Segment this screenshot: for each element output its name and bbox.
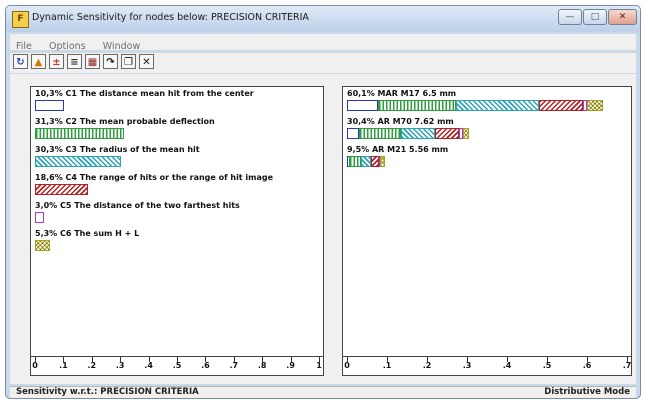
x-axis: 0 .1 .2 .3 .4 .5 .6 .7 bbox=[343, 356, 631, 375]
x-tick-label: 0 bbox=[344, 361, 350, 370]
criterion-bar-c3[interactable] bbox=[35, 156, 122, 167]
stack-segment-c4[interactable] bbox=[538, 100, 583, 111]
criterion-bar-c5[interactable] bbox=[35, 212, 44, 223]
stack-segment-c6[interactable] bbox=[587, 100, 604, 111]
menu-bar: File Options Window bbox=[10, 34, 636, 52]
refresh-icon[interactable]: ↻ bbox=[13, 54, 28, 69]
window-title: Dynamic Sensitivity for nodes below: PRE… bbox=[32, 12, 309, 23]
x-tick-label: .1 bbox=[59, 361, 68, 370]
criterion-label: 10,3% C1 The distance mean hit from the … bbox=[35, 89, 254, 98]
status-bar: Sensitivity w.r.t.: PRECISION CRITERIA D… bbox=[10, 386, 636, 398]
gradient-icon[interactable]: ▦ bbox=[85, 54, 100, 69]
criterion-bar-c1[interactable] bbox=[35, 100, 65, 111]
criterion-label: 31,3% C2 The mean probable deflection bbox=[35, 117, 215, 126]
menu-file[interactable]: File bbox=[10, 39, 38, 52]
alternative-label: 9,5% AR M21 5.56 mm bbox=[347, 145, 449, 154]
x-tick-label: .9 bbox=[286, 361, 295, 370]
criterion-label: 18,6% C4 The range of hits or the range … bbox=[35, 173, 274, 182]
status-mode: Distributive Mode bbox=[544, 387, 630, 397]
criterion-label: 30,3% C3 The radius of the mean hit bbox=[35, 145, 200, 154]
x-tick-label: .8 bbox=[257, 361, 267, 370]
stack-segment-c3[interactable] bbox=[401, 128, 435, 139]
plus-chart-icon[interactable]: ± bbox=[49, 54, 64, 69]
stack-segment-c3[interactable] bbox=[455, 100, 539, 111]
stack-segment-c2[interactable] bbox=[349, 156, 361, 167]
stack-segment-c1[interactable] bbox=[347, 100, 378, 111]
menu-window[interactable]: Window bbox=[97, 39, 146, 52]
stack-segment-c2[interactable] bbox=[377, 100, 456, 111]
stack-segment-c1[interactable] bbox=[347, 128, 359, 139]
status-sensitivity: Sensitivity w.r.t.: PRECISION CRITERIA bbox=[16, 387, 199, 397]
windows-icon[interactable]: ❐ bbox=[121, 54, 136, 69]
app-icon: F bbox=[12, 11, 29, 28]
criterion-bar-c4[interactable] bbox=[35, 184, 88, 195]
stack-segment-c4[interactable] bbox=[371, 156, 379, 167]
close-icon[interactable]: ✕ bbox=[139, 54, 154, 69]
x-tick-label: .6 bbox=[582, 361, 592, 370]
stack-segment-c2[interactable] bbox=[359, 128, 401, 139]
x-tick-label: .5 bbox=[542, 361, 552, 370]
minimize-button[interactable]: — bbox=[558, 9, 582, 25]
stack-segment-c3[interactable] bbox=[361, 156, 371, 167]
criterion-bar-c6[interactable] bbox=[35, 240, 51, 251]
x-tick-label: .2 bbox=[87, 361, 97, 370]
close-window-button[interactable]: ✕ bbox=[608, 9, 637, 25]
toolbar: ↻ ▲ ± ≡ ▦ ↷ ❐ ✕ bbox=[10, 52, 636, 73]
title-bar[interactable]: F Dynamic Sensitivity for nodes below: P… bbox=[6, 6, 640, 32]
x-tick-label: .7 bbox=[229, 361, 239, 370]
criterion-bar-c2[interactable] bbox=[35, 128, 124, 139]
x-tick-label: .3 bbox=[462, 361, 472, 370]
maximize-button[interactable]: □ bbox=[583, 9, 607, 25]
x-tick-label: .4 bbox=[502, 361, 512, 370]
stack-segment-c4[interactable] bbox=[435, 128, 459, 139]
x-tick-label: 0 bbox=[32, 361, 38, 370]
sort-icon[interactable]: ≡ bbox=[67, 54, 82, 69]
menu-options[interactable]: Options bbox=[43, 39, 92, 52]
stack-segment-c6[interactable] bbox=[462, 128, 469, 139]
x-tick-label: .1 bbox=[382, 361, 392, 370]
criterion-label: 3,0% C5 The distance of the two farthest… bbox=[35, 201, 240, 210]
x-axis: 0 .1 .2 .3 .4 .5 .6 .7 .8 .9 1 bbox=[31, 356, 323, 375]
alternative-label: 60,1% MAR M17 6.5 mm bbox=[347, 89, 457, 98]
content-area: 10,3% C1 The distance mean hit from the … bbox=[10, 74, 636, 384]
criteria-sensitivity-panel: 10,3% C1 The distance mean hit from the … bbox=[30, 86, 324, 376]
bar-chart-icon[interactable]: ▲ bbox=[31, 54, 46, 69]
redo-icon[interactable]: ↷ bbox=[103, 54, 118, 69]
x-tick-label: 1 bbox=[316, 361, 322, 370]
x-tick-label: .2 bbox=[422, 361, 432, 370]
x-tick-label: .6 bbox=[201, 361, 210, 370]
x-tick-label: .5 bbox=[172, 361, 182, 370]
app-window: F Dynamic Sensitivity for nodes below: P… bbox=[5, 5, 641, 399]
stack-segment-c6[interactable] bbox=[380, 156, 385, 167]
alternative-label: 30,4% AR M70 7.62 mm bbox=[347, 117, 454, 126]
alternatives-ranking-panel: 60,1% MAR M17 6.5 mm 30,4% AR M70 7.62 mm… bbox=[342, 86, 632, 376]
x-tick-label: .4 bbox=[144, 361, 153, 370]
x-tick-label: .7 bbox=[622, 361, 632, 370]
criterion-label: 5,3% C6 The sum H + L bbox=[35, 229, 140, 238]
x-tick-label: .3 bbox=[115, 361, 125, 370]
